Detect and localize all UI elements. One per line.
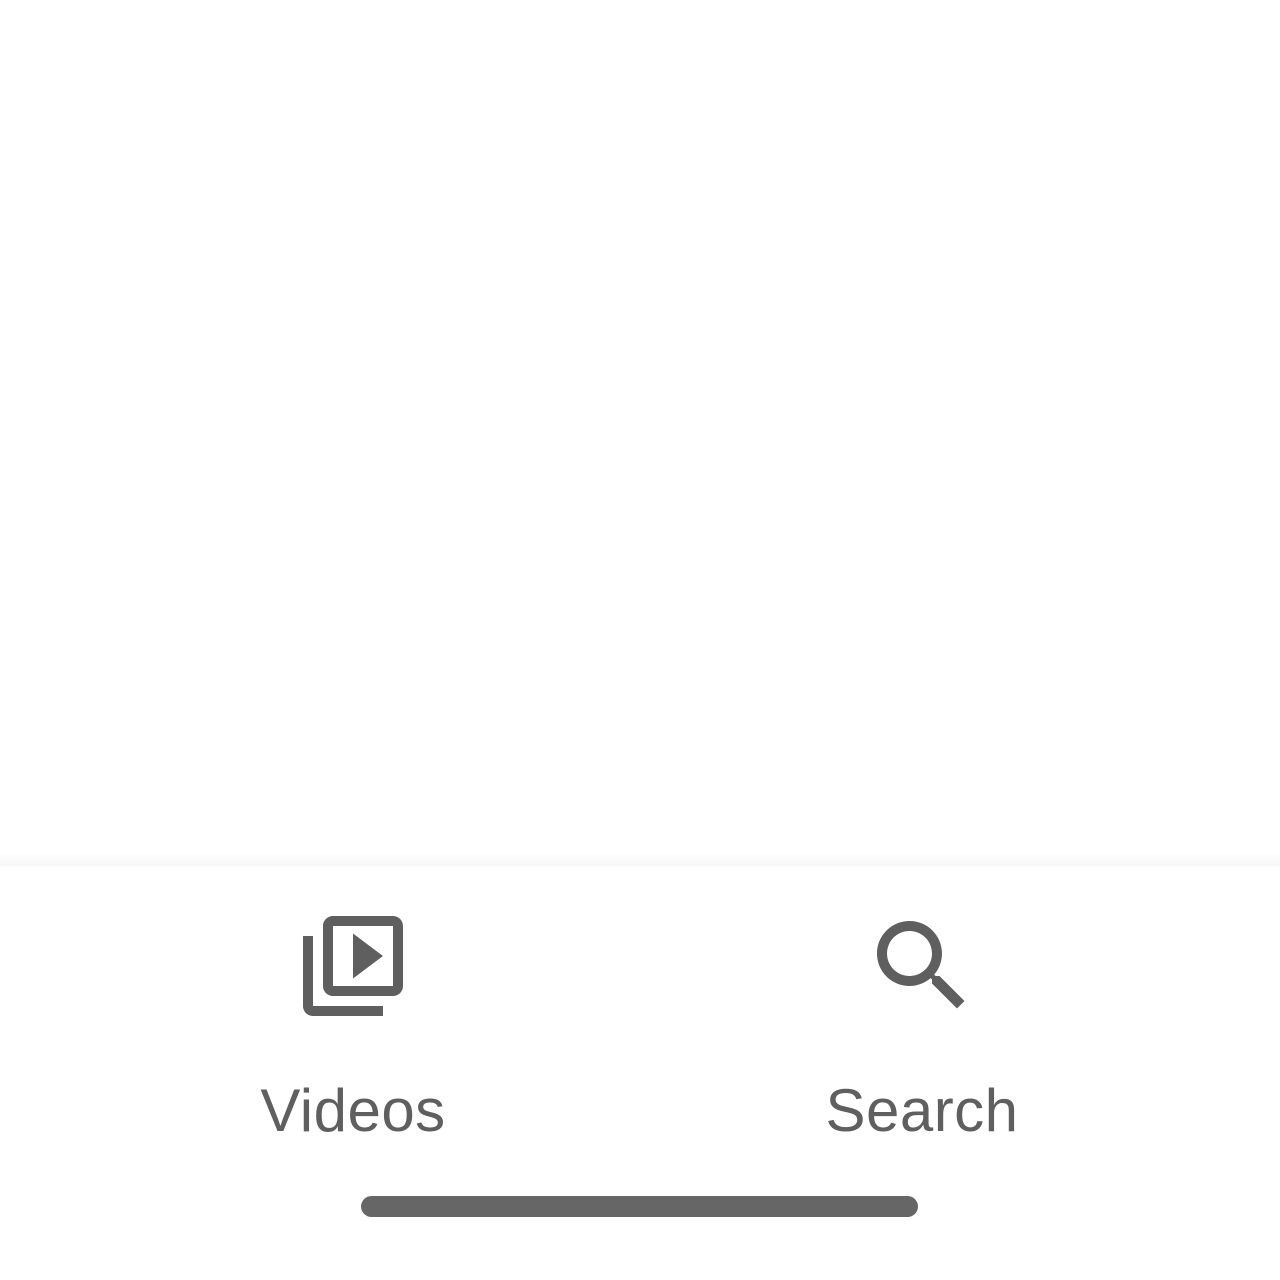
nav-item-search[interactable]: Search (772, 906, 1072, 1156)
nav-item-videos[interactable]: Videos (203, 906, 503, 1156)
nav-divider-shadow (0, 852, 1280, 866)
video-library-icon (293, 906, 413, 1026)
home-indicator-bar[interactable] (361, 1196, 918, 1217)
nav-label-videos: Videos (260, 1077, 446, 1144)
search-icon (862, 906, 982, 1026)
bottom-navigation-bar: Videos Search (0, 866, 1280, 1280)
app-screen: Videos Search (0, 0, 1280, 1280)
nav-label-search: Search (825, 1077, 1019, 1144)
content-area (0, 0, 1280, 862)
